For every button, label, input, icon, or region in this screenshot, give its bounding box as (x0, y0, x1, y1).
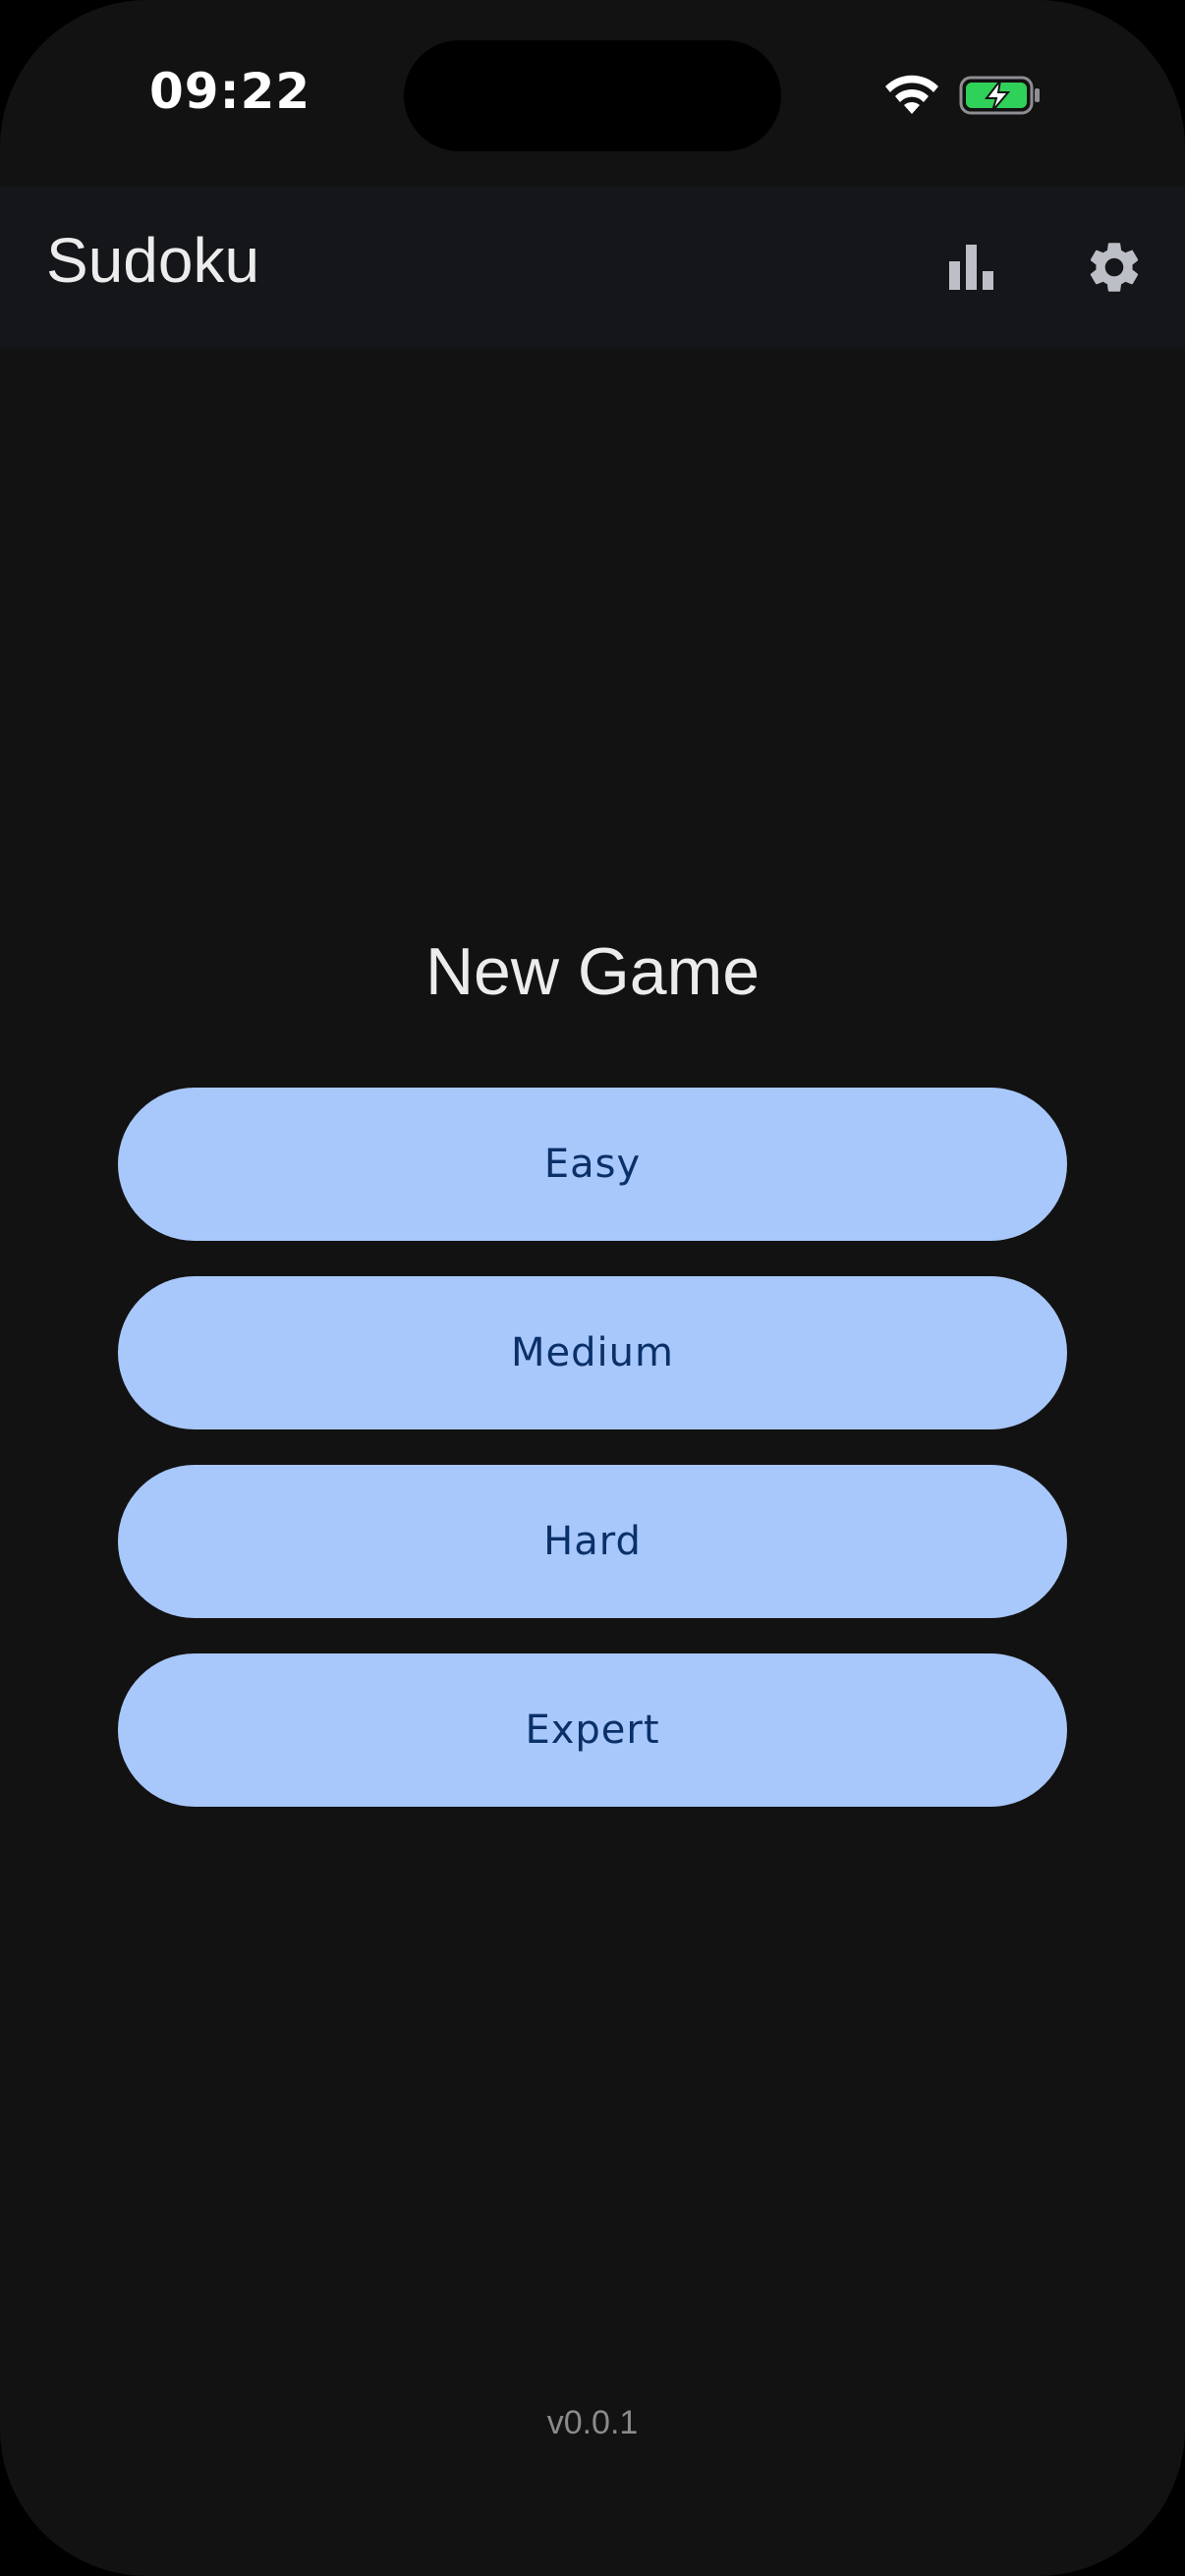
easy-button[interactable]: Easy (118, 1088, 1067, 1241)
dynamic-island (404, 40, 781, 151)
expert-button[interactable]: Expert (118, 1653, 1067, 1807)
battery-charging-icon (959, 76, 1040, 115)
hard-button[interactable]: Hard (118, 1465, 1067, 1618)
bar-chart-icon (949, 245, 993, 290)
new-game-heading: New Game (424, 934, 761, 1009)
wifi-icon (885, 75, 938, 114)
app-bar: Sudoku (0, 187, 1185, 349)
stats-button[interactable] (923, 218, 1021, 316)
app-screen: 09:22 Sudoku New Game Easy Medium Hard E… (0, 0, 1185, 2576)
main-content: New Game Easy Medium Hard Expert v0.0.1 (0, 349, 1185, 2576)
version-label: v0.0.1 (546, 2404, 639, 2441)
gear-icon (1090, 243, 1139, 292)
status-time: 09:22 (149, 63, 311, 120)
app-title: Sudoku (46, 225, 260, 296)
status-bar: 09:22 (0, 0, 1185, 187)
medium-button[interactable]: Medium (118, 1276, 1067, 1429)
settings-button[interactable] (1065, 218, 1163, 316)
